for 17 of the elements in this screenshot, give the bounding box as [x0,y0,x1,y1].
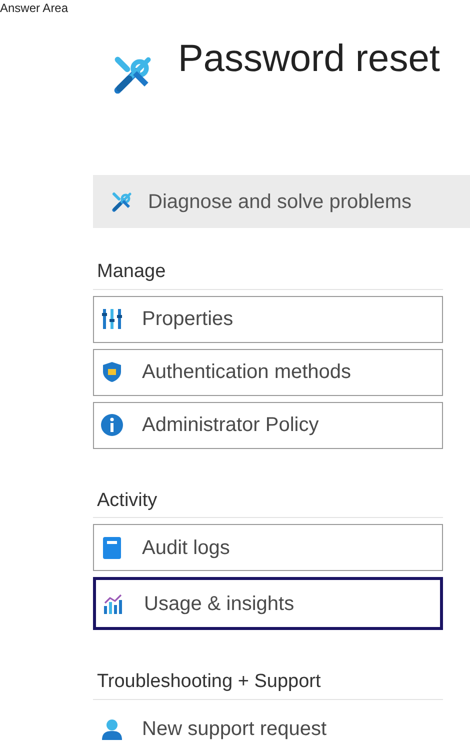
menu-item[interactable]: Usage & insights [93,577,443,630]
menu-item[interactable]: Properties [93,296,443,342]
caption: Answer Area [0,0,68,16]
menu-item[interactable]: Authentication methods [93,348,443,396]
menu-item[interactable]: Administrator Policy [93,402,443,448]
sliders-icon [100,307,124,331]
section-heading: Manage [93,258,443,290]
info-icon [100,413,124,437]
diagnose-menu-item[interactable]: Diagnose and solve problems [93,175,470,228]
menu-item[interactable]: Audit logs [93,524,443,571]
section-heading: Troubleshooting + Support [93,668,443,700]
section-heading: Activity [93,486,443,518]
person-icon [100,716,124,740]
page-title: Password reset [178,40,440,78]
document-icon [100,536,124,560]
tools-icon [110,190,134,214]
shield-icon [100,360,124,384]
